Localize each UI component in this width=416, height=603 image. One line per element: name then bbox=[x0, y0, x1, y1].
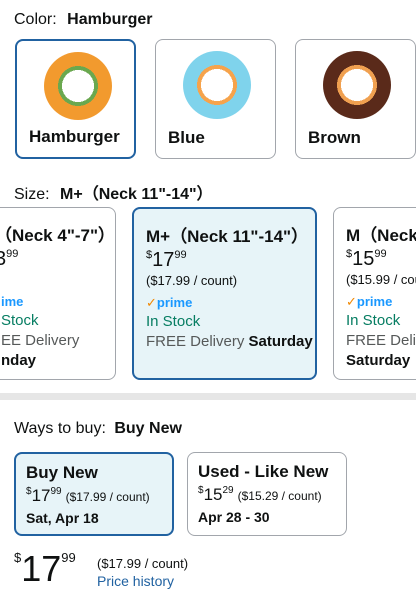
buy-option-delivery-date: Apr 28 - 30 bbox=[198, 509, 270, 525]
stock-status: In Stock bbox=[146, 313, 201, 330]
delivery-info: FREE Delivery Saturday bbox=[146, 333, 313, 350]
size-card-price: $1599 bbox=[346, 248, 387, 270]
main-unit-price: ($17.99 / count) bbox=[97, 556, 189, 571]
main-price: $1799 bbox=[14, 548, 76, 589]
color-heading: Color: Hamburger bbox=[14, 11, 153, 29]
size-card-title: M+（Neck 11"-14"） bbox=[146, 227, 309, 246]
ways-to-buy-selected: Buy New bbox=[114, 420, 182, 437]
prime-badge: ✓prime bbox=[146, 295, 193, 310]
delivery-info: FREE Delive bbox=[346, 332, 416, 349]
size-heading: Size: M+（Neck 11"-14"） bbox=[14, 180, 213, 204]
buy-option-delivery-date: Sat, Apr 18 bbox=[26, 510, 99, 526]
stock-status: Stock bbox=[1, 312, 39, 329]
buy-option-price: $1529 ($15.29 / count) bbox=[198, 485, 322, 504]
buy-option-title: Used - Like New bbox=[198, 462, 329, 481]
size-card-price: 399 bbox=[0, 248, 19, 270]
ways-to-buy-label: Ways to buy: bbox=[14, 420, 106, 437]
size-card-title: （Neck 4"-7"） bbox=[0, 226, 116, 245]
size-selected-value: M+（Neck 11"-14"） bbox=[60, 186, 213, 203]
prime-check-icon: ✓ bbox=[146, 295, 157, 310]
color-option-label: Hamburger bbox=[29, 127, 120, 146]
prime-check-icon: ✓ bbox=[346, 294, 357, 309]
buy-option-title: Buy New bbox=[26, 463, 98, 482]
price-history-link[interactable]: Price history bbox=[97, 573, 174, 589]
ways-to-buy-heading: Ways to buy: Buy New bbox=[14, 420, 182, 438]
delivery-info: EE Delivery bbox=[1, 332, 80, 349]
delivery-day: nday bbox=[1, 352, 37, 369]
used-like-new-option[interactable]: Used - Like New $1529 ($15.29 / count) Ap… bbox=[187, 452, 347, 536]
buy-option-price: $1799 ($17.99 / count) bbox=[26, 486, 150, 505]
color-option-hamburger[interactable]: Hamburger bbox=[15, 39, 136, 159]
color-option-label: Blue bbox=[168, 128, 205, 147]
size-label: Size: bbox=[14, 186, 50, 203]
color-option-blue[interactable]: Blue bbox=[155, 39, 276, 159]
size-card-title: M（Neck bbox=[346, 226, 416, 245]
blue-donut-image bbox=[183, 51, 251, 119]
hamburger-donut-image bbox=[44, 52, 112, 120]
buy-new-option[interactable]: Buy New $1799 ($17.99 / count) Sat, Apr 1… bbox=[14, 452, 174, 536]
section-divider bbox=[0, 393, 416, 400]
size-card-neck-4-7[interactable]: （Neck 4"-7"） 399 ime Stock EE Delivery n… bbox=[0, 207, 116, 380]
color-option-label: Brown bbox=[308, 128, 361, 147]
brown-donut-image bbox=[323, 51, 391, 119]
size-card-unit-price: ($17.99 / count) bbox=[146, 273, 238, 288]
size-card-m[interactable]: M（Neck $1599 ($15.99 / cou ✓prime In Sto… bbox=[333, 207, 416, 380]
size-card-unit-price: ($15.99 / cou bbox=[346, 272, 416, 287]
color-selected-value: Hamburger bbox=[67, 11, 153, 28]
prime-badge: ✓prime bbox=[346, 294, 393, 309]
delivery-day: Saturday bbox=[346, 352, 411, 369]
size-card-price: $1799 bbox=[146, 249, 187, 271]
size-card-m-plus[interactable]: M+（Neck 11"-14"） $1799 ($17.99 / count) … bbox=[132, 207, 317, 380]
color-option-brown[interactable]: Brown bbox=[295, 39, 416, 159]
color-label: Color: bbox=[14, 11, 57, 28]
stock-status: In Stock bbox=[346, 312, 401, 329]
prime-badge: ime bbox=[1, 294, 24, 309]
